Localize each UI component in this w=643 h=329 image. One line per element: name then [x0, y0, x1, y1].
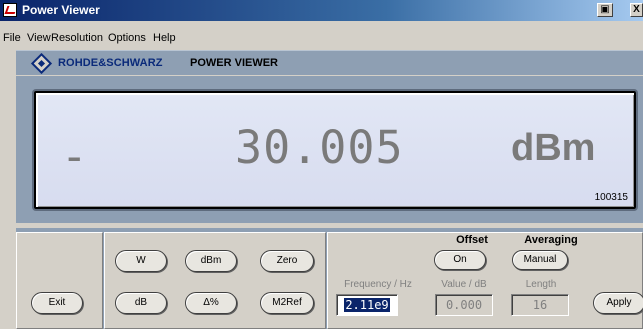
- exit-group: Exit: [16, 232, 103, 329]
- apply-button[interactable]: Apply: [593, 292, 643, 314]
- zero-button[interactable]: Zero: [260, 250, 314, 272]
- m2ref-button[interactable]: M2Ref: [260, 292, 314, 314]
- brand-bar: ROHDE&SCHWARZ POWER VIEWER: [16, 50, 643, 75]
- app-icon: [3, 3, 17, 17]
- exit-button[interactable]: Exit: [31, 292, 83, 314]
- length-input[interactable]: 16: [511, 294, 569, 316]
- control-panel: Exit W dBm Zero dB Δ% M2Ref Offset Avera…: [16, 228, 643, 329]
- reading-value: 30.005: [235, 121, 404, 174]
- brand-name: ROHDE&SCHWARZ: [58, 57, 163, 69]
- menu-view[interactable]: View: [27, 32, 51, 44]
- offset-value-input[interactable]: 0.000: [435, 294, 493, 316]
- title-bar: Power Viewer ▣ X: [0, 0, 643, 21]
- lcd-display: - 30.005 dBm 100315: [34, 91, 636, 209]
- unit-w-button[interactable]: W: [115, 250, 167, 272]
- menu-bar: File View Resolution Options Help: [0, 30, 643, 48]
- offset-header: Offset: [456, 234, 488, 246]
- unit-delta-percent-button[interactable]: Δ%: [185, 292, 237, 314]
- menu-help[interactable]: Help: [153, 32, 176, 44]
- length-label: Length: [525, 279, 557, 290]
- unit-dbm-button[interactable]: dBm: [185, 250, 237, 272]
- restore-button[interactable]: ▣: [597, 3, 613, 17]
- close-button[interactable]: X: [630, 3, 643, 17]
- reading-unit: dBm: [511, 127, 596, 169]
- window-title: Power Viewer: [22, 3, 100, 17]
- menu-options[interactable]: Options: [108, 32, 146, 44]
- rohde-schwarz-logo-icon: [30, 52, 53, 75]
- units-group: W dBm Zero dB Δ% M2Ref: [104, 232, 326, 329]
- averaging-manual-button[interactable]: Manual: [512, 250, 568, 270]
- menu-file[interactable]: File: [3, 32, 21, 44]
- reading-sign: -: [61, 131, 88, 182]
- frequency-input[interactable]: 2.11e9: [336, 294, 398, 316]
- offset-value-label: Value / dB: [441, 279, 487, 290]
- unit-db-button[interactable]: dB: [115, 292, 167, 314]
- sensor-serial: 100315: [594, 192, 628, 203]
- frequency-label: Frequency / Hz: [344, 279, 412, 290]
- product-name: POWER VIEWER: [190, 57, 279, 69]
- menu-resolution[interactable]: Resolution: [51, 32, 103, 44]
- display-frame: - 30.005 dBm 100315: [16, 76, 643, 223]
- settings-group: Offset Averaging On Manual Frequency / H…: [327, 232, 643, 329]
- offset-on-button[interactable]: On: [434, 250, 486, 270]
- averaging-header: Averaging: [524, 234, 578, 246]
